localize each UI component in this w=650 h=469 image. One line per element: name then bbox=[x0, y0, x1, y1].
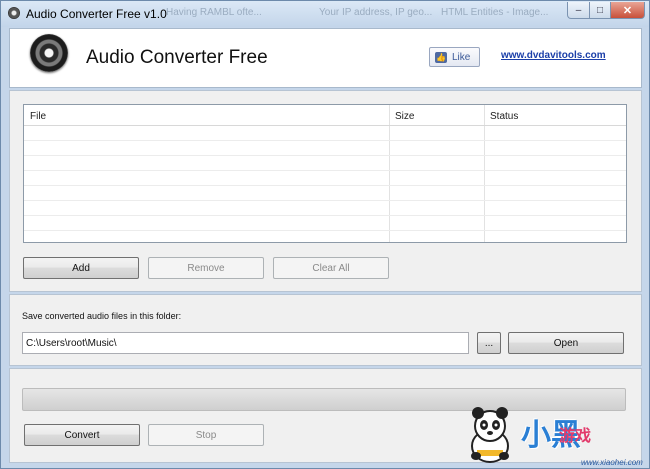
column-header-status[interactable]: Status bbox=[490, 111, 518, 122]
row-line bbox=[24, 185, 626, 186]
row-line bbox=[24, 230, 626, 231]
title-bar[interactable]: Audio Converter Free v1.0 Having RAMBL o… bbox=[1, 1, 649, 27]
close-button[interactable]: ✕ bbox=[610, 2, 645, 19]
maximize-button[interactable]: □ bbox=[589, 2, 611, 19]
facebook-like-button[interactable]: 👍 Like bbox=[429, 47, 480, 67]
watermark-url: www.xiaohei.com bbox=[581, 458, 643, 467]
background-tab-title: Having RAMBL ofte... bbox=[166, 7, 262, 18]
browse-button[interactable]: ... bbox=[477, 332, 501, 354]
stop-button[interactable]: Stop bbox=[148, 424, 264, 446]
minimize-button[interactable]: – bbox=[567, 2, 590, 19]
background-tab-title: Your IP address, IP geo... bbox=[319, 7, 433, 18]
column-header-size[interactable]: Size bbox=[395, 111, 414, 122]
row-line bbox=[24, 170, 626, 171]
header-panel: Audio Converter Free 👍 Like www.dvdavito… bbox=[9, 28, 642, 88]
row-line bbox=[24, 140, 626, 141]
watermark: 小黑 游戏 www.xiaohei.com bbox=[459, 404, 649, 468]
like-label: Like bbox=[452, 51, 471, 63]
clear-all-button[interactable]: Clear All bbox=[273, 257, 389, 279]
convert-button[interactable]: Convert bbox=[24, 424, 140, 446]
speaker-logo-icon bbox=[30, 34, 68, 72]
header-divider bbox=[24, 125, 626, 126]
column-header-file[interactable]: File bbox=[30, 111, 46, 122]
output-folder-panel: Save converted audio files in this folde… bbox=[9, 294, 642, 366]
row-line bbox=[24, 215, 626, 216]
row-line bbox=[24, 200, 626, 201]
file-list[interactable]: File Size Status bbox=[23, 104, 627, 243]
row-line bbox=[24, 155, 626, 156]
file-list-panel: File Size Status Add Remove Clear All bbox=[9, 90, 642, 292]
output-folder-label: Save converted audio files in this folde… bbox=[22, 311, 182, 321]
window-title: Audio Converter Free v1.0 bbox=[26, 7, 167, 21]
open-folder-button[interactable]: Open bbox=[508, 332, 624, 354]
panda-mascot-icon bbox=[471, 407, 509, 463]
output-folder-input[interactable] bbox=[22, 332, 469, 354]
website-link[interactable]: www.dvdavitools.com bbox=[501, 50, 606, 61]
thumbs-up-icon: 👍 bbox=[435, 51, 447, 63]
background-tab-title: HTML Entities - Image... bbox=[441, 7, 549, 18]
watermark-suffix: 游戏 bbox=[559, 428, 592, 445]
app-window: Audio Converter Free v1.0 Having RAMBL o… bbox=[0, 0, 650, 469]
app-title: Audio Converter Free bbox=[86, 47, 268, 68]
add-button[interactable]: Add bbox=[23, 257, 139, 279]
speaker-app-icon bbox=[8, 7, 20, 19]
remove-button[interactable]: Remove bbox=[148, 257, 264, 279]
